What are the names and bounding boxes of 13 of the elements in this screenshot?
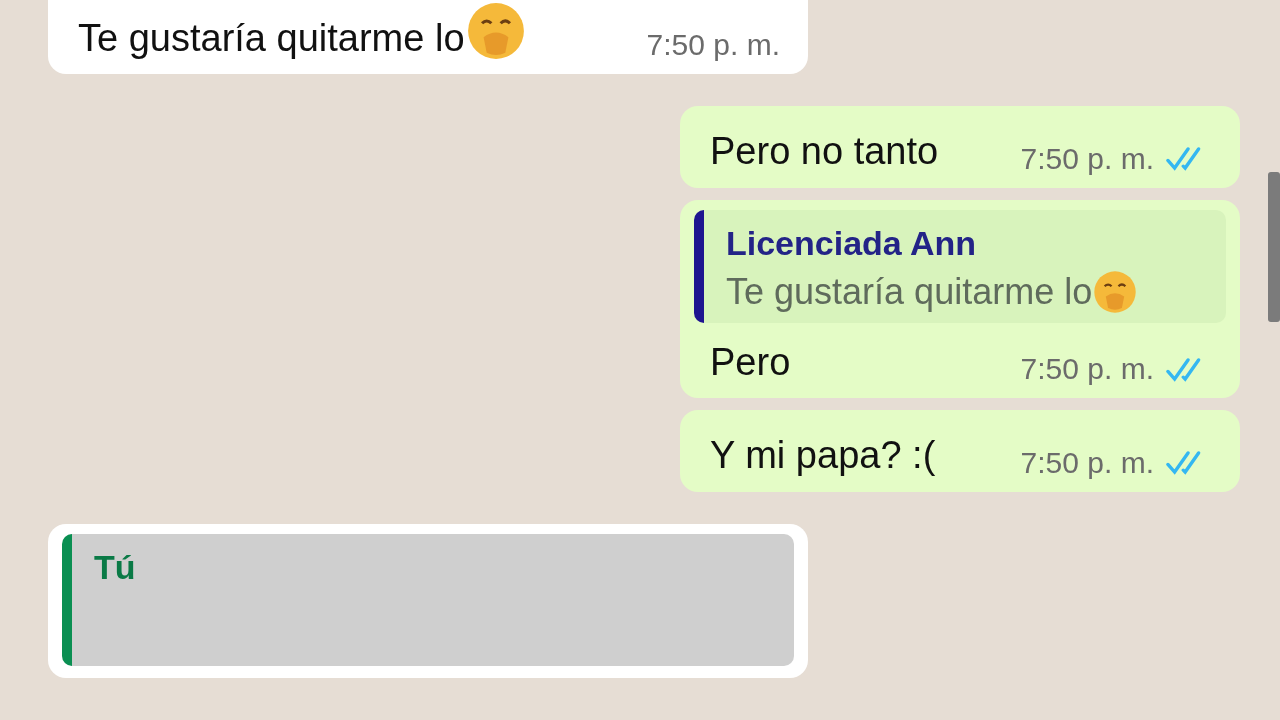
message-time: 7:50 p. m. (1020, 352, 1154, 386)
message-text: Pero (710, 339, 791, 385)
quoted-message[interactable]: Licenciada Ann Te gustaría quitarme lo (694, 209, 1226, 323)
message-text: Y mi papa? :( (710, 433, 936, 478)
message-text: Te gustaría quitarme lo (78, 15, 465, 61)
quote-author: Tú (94, 547, 137, 587)
message-text: Pero no tanto (710, 129, 939, 174)
message-time: 7:50 p. m. (1020, 141, 1154, 176)
quote-author: Licenciada Ann (726, 223, 978, 263)
message-time: 7:50 p. m. (646, 28, 780, 62)
quote-text: Te gustaría quitarme lo (726, 270, 1093, 313)
scrollbar-thumb[interactable] (1268, 172, 1280, 322)
message-time: 7:50 p. m. (1020, 445, 1154, 480)
